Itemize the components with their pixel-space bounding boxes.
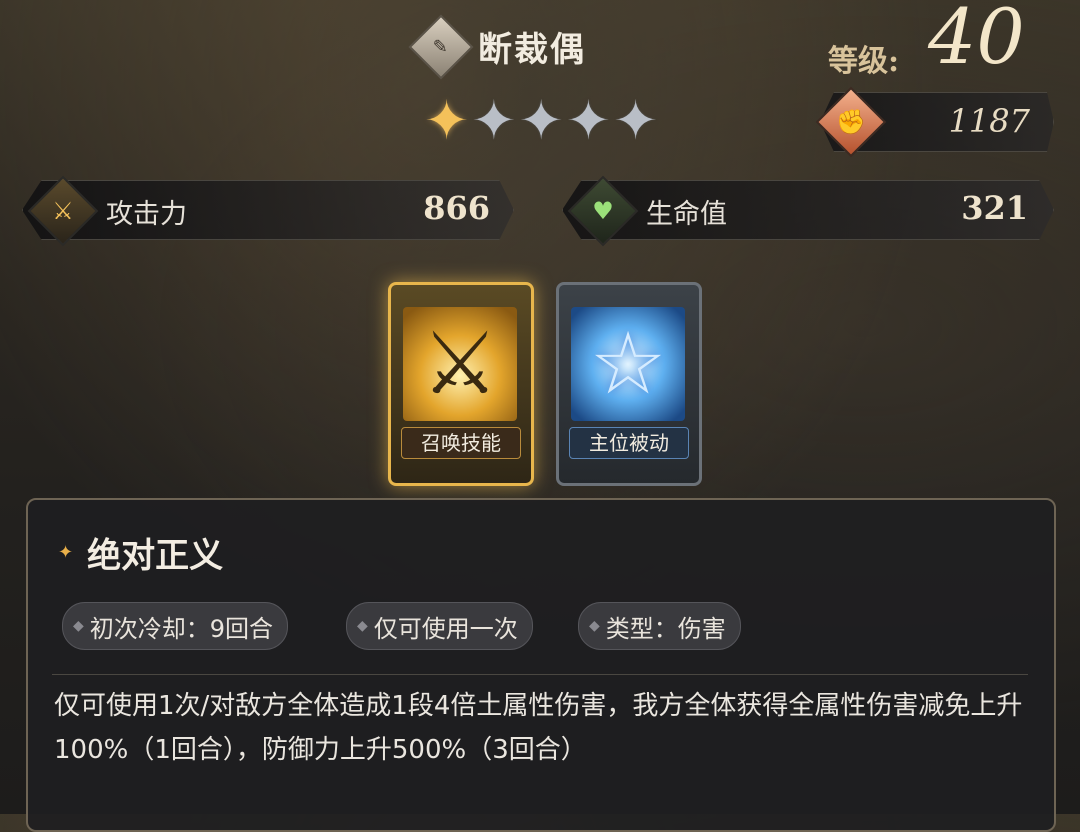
pill-text: 初次冷却：9回合 [89, 614, 274, 643]
crossed-swords-icon: ⚔ [421, 314, 499, 414]
hp-label: 生命值 [646, 199, 727, 230]
pill-text: 仅可使用一次 [373, 614, 518, 643]
divider [52, 674, 1028, 675]
star-empty-icon: ✦ [565, 89, 611, 152]
diamond-bullet-icon: ✦ [58, 542, 74, 563]
skill-tag-pill: ◆ 仅可使用一次 [346, 602, 533, 650]
skill-tag-pill: ◆ 初次冷却：9回合 [62, 602, 289, 650]
skill-tag: 召唤技能 [401, 427, 521, 459]
level-value: 40 [928, 0, 1025, 81]
star-empty-icon: ✦ [471, 89, 517, 152]
power-value: 1187 [948, 102, 1030, 140]
diamond-icon: ◆ [73, 618, 84, 634]
skill-description: 仅可使用1次/对敌方全体造成1段4倍土属性伤害，我方全体获得全属性伤害减免上升1… [54, 691, 1023, 765]
quill-icon: ✎ [408, 13, 474, 80]
skill-title-row: ✦ 绝对正义 [58, 528, 223, 577]
star-empty-icon: ✦ [518, 89, 564, 152]
skill-tag-pill: ◆ 类型：伤害 [578, 602, 741, 650]
star-icon: ☆ [589, 314, 667, 414]
summon-skill-card[interactable]: ⚔ 召唤技能 [388, 282, 534, 486]
character-header: ✎ 断裁偶 [408, 13, 586, 80]
level-label: 等级: [828, 44, 900, 79]
diamond-icon: ◆ [589, 618, 600, 634]
attack-value: 866 [423, 189, 490, 227]
diamond-icon: ◆ [357, 618, 368, 634]
star-filled-icon: ✦ [424, 89, 470, 152]
pill-text: 类型：伤害 [605, 614, 726, 643]
skill-name: 绝对正义 [87, 536, 224, 576]
skill-tag: 主位被动 [569, 427, 689, 459]
attack-label: 攻击力 [106, 199, 187, 230]
skill-art: ☆ [571, 307, 685, 421]
skill-art: ⚔ [403, 307, 517, 421]
hp-value: 321 [961, 189, 1028, 227]
character-name: 断裁偶 [478, 30, 586, 70]
passive-skill-card[interactable]: ☆ 主位被动 [556, 282, 702, 486]
star-rating: ✦ ✦ ✦ ✦ ✦ [424, 94, 658, 148]
star-empty-icon: ✦ [613, 89, 659, 152]
